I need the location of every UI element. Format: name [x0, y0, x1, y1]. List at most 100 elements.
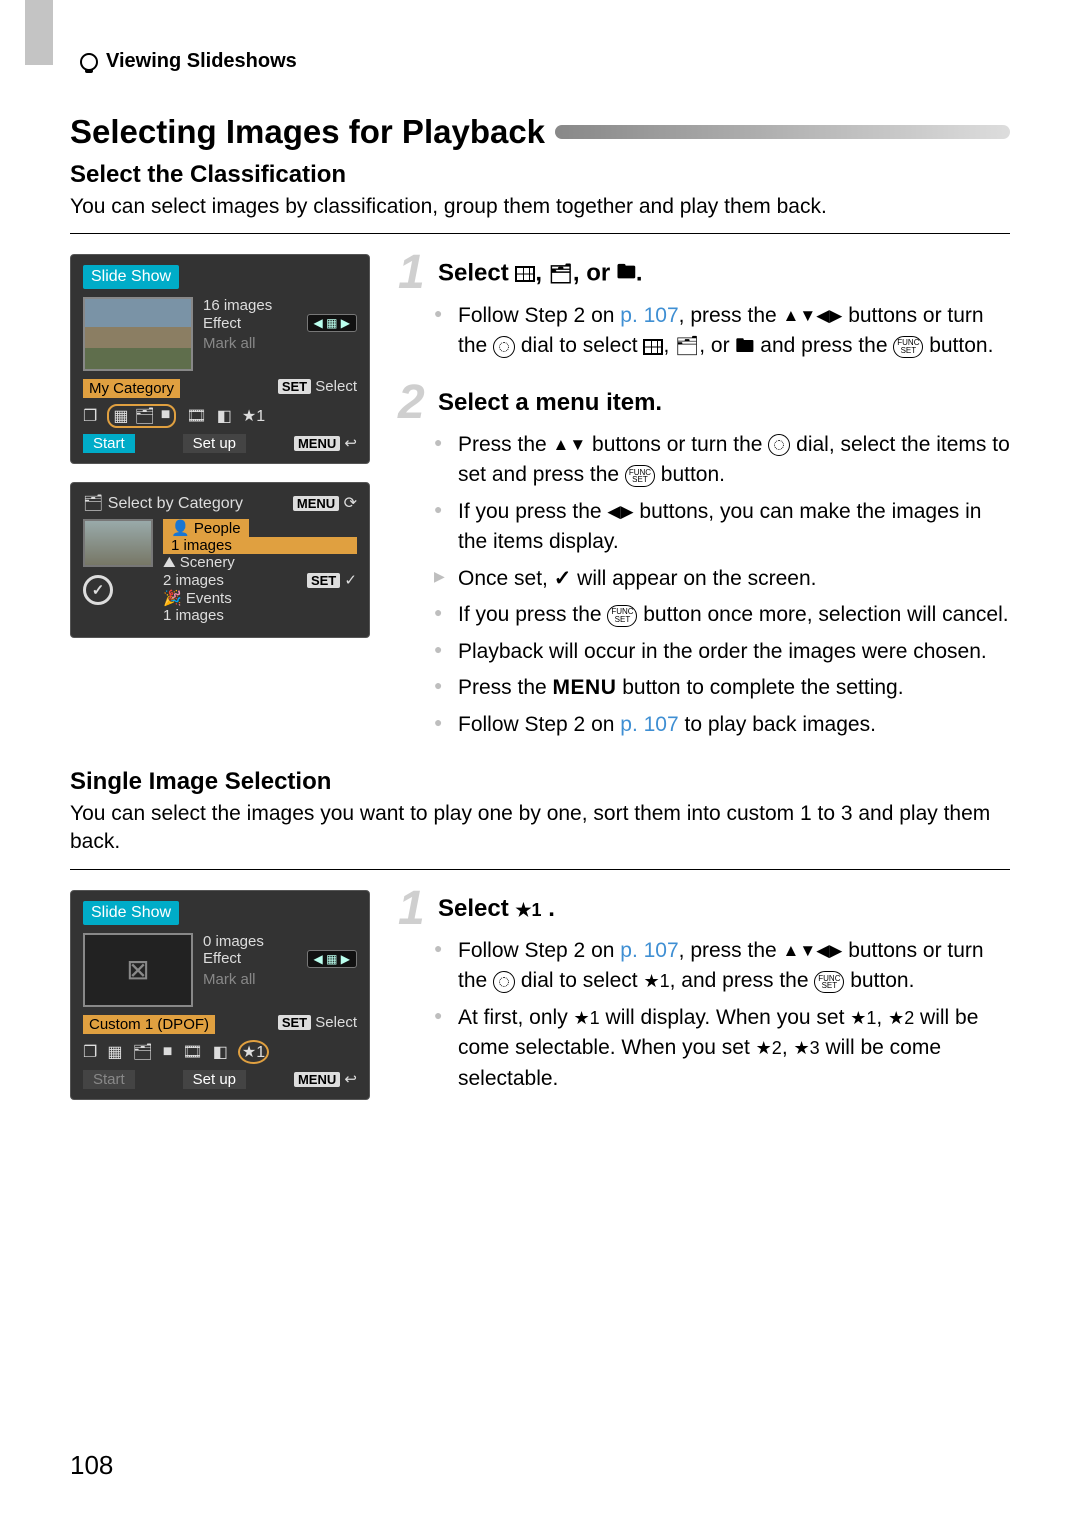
cam-effect-label: Effect: [203, 950, 241, 967]
star1-icon: ★1: [850, 1008, 876, 1028]
ring-highlight: ▦ 🗂 ■: [107, 404, 176, 428]
menu-badge: MENU: [294, 436, 340, 451]
cam-icon-row: ❐ ▦ 🗂 ■ 🎞 ◧ ★1: [83, 1040, 357, 1064]
star1-icon: ★1: [515, 900, 541, 920]
control-dial-icon: [493, 336, 515, 358]
cam-effect-chip: ◀ ▦ ▶: [307, 950, 357, 968]
menu-badge: MENU: [293, 496, 339, 511]
cat-events-count: 1 images: [163, 607, 357, 624]
step-1: 1 Select , 🗂, or 🖿. Follow Step 2 on p. …: [398, 254, 1010, 361]
category-album-icon: 🗂: [83, 495, 108, 512]
subhead-classification: Select the Classification: [70, 161, 1010, 189]
cam-effect-label: Effect: [203, 315, 241, 332]
cam-markall: Mark all: [203, 971, 357, 988]
stack-icon: ❐: [83, 406, 97, 426]
page-title: Selecting Images for Playback: [70, 113, 545, 151]
step2-bullet: If you press the ◀▶ buttons, you can mak…: [434, 497, 1010, 558]
date-grid-icon: ▦: [107, 1042, 122, 1062]
back-icon: ↩: [344, 1071, 357, 1088]
folder-icon: ■: [161, 406, 171, 426]
cam-setup-tab: Set up: [183, 434, 246, 453]
movie-icon: 🎞: [186, 406, 206, 426]
single-step1-bullet: At first, only ★1 will display. When you…: [434, 1003, 1010, 1094]
category-album-icon: 🗂: [134, 406, 154, 426]
left-right-icon: ◀▶: [607, 500, 633, 525]
cam2-title: Select by Category: [108, 495, 243, 512]
cat-scenery-count: 2 images: [163, 572, 224, 589]
folder-icon: 🖿: [735, 333, 754, 361]
step-number: 2: [398, 384, 434, 422]
cam-thumbnail: [83, 297, 193, 371]
up-down-icon: ▲▼: [553, 433, 587, 458]
check-icon: ✓: [344, 572, 357, 589]
control-dial-icon: [493, 971, 515, 993]
date-grid-icon: [643, 339, 663, 355]
camera-screen-category: 🗂 Select by Category MENU ⟳ ✓ 👤 People: [70, 482, 370, 638]
func-set-button-icon: FUNCSET: [625, 465, 655, 487]
cam-thumbnail-empty: ⊠: [83, 933, 193, 1007]
step2-bullet: Press the ▲▼ buttons or turn the dial, s…: [434, 430, 1010, 491]
step-title: Select a menu item.: [438, 389, 662, 417]
category-album-icon: 🗂: [675, 333, 699, 361]
cat-people: People: [194, 520, 241, 537]
page-title-row: Selecting Images for Playback: [70, 113, 1010, 151]
body-classification: You can select images by classification,…: [70, 193, 1010, 221]
divider: [70, 233, 1010, 234]
cam-icon-row: ❐ ▦ 🗂 ■ 🎞 ◧ ★1: [83, 404, 357, 428]
cam-title: Slide Show: [83, 265, 179, 289]
step-1-single: 1 Select ★1 . Follow Step 2 on p. 107, p…: [398, 890, 1010, 1095]
step-title: Select , 🗂, or 🖿.: [438, 258, 643, 290]
step1-bullet: Follow Step 2 on p. 107, press the ▲▼◀▶ …: [434, 301, 1010, 362]
title-decoration: [555, 125, 1010, 139]
cam-image-count: 16 images: [203, 297, 357, 314]
page-number: 108: [70, 1450, 113, 1481]
step2-bullet: If you press the FUNCSET button once mor…: [434, 600, 1010, 630]
step-2: 2 Select a menu item. Press the ▲▼ butto…: [398, 384, 1010, 740]
check-circle-icon: ✓: [83, 575, 113, 605]
folder-icon: 🖿: [617, 258, 636, 290]
cat-events: Events: [186, 590, 232, 607]
section-single: Slide Show ⊠ 0 images Effect ◀ ▦ ▶ Mark …: [70, 890, 1010, 1118]
star2-icon: ★2: [888, 1008, 914, 1028]
divider: [70, 869, 1010, 870]
func-set-button-icon: FUNCSET: [814, 971, 844, 993]
star2-icon: ★2: [756, 1038, 782, 1058]
date-grid-icon: [515, 266, 535, 282]
star1-icon: ★1: [574, 1008, 600, 1028]
star1-ring-icon: ★1: [238, 1040, 269, 1064]
cam-setup-tab: Set up: [183, 1070, 246, 1089]
cam-custom-highlight: Custom 1 (DPOF): [83, 1015, 215, 1034]
cam-start-tab-disabled: Start: [83, 1070, 135, 1089]
folder-icon: ■: [163, 1043, 173, 1061]
cam-select-text: Select: [315, 1014, 357, 1031]
step-number: 1: [398, 890, 434, 928]
checkmark-icon: ✓: [554, 564, 572, 594]
slideshow-small-icon: ⟳: [344, 495, 357, 512]
steps-column: 1 Select , 🗂, or 🖿. Follow Step 2 on p. …: [398, 254, 1010, 762]
func-set-button-icon: FUNCSET: [607, 605, 637, 627]
slideshow-icon: [80, 53, 98, 71]
breadcrumb: Viewing Slideshows: [70, 50, 1010, 73]
screenshots-column: Slide Show ⊠ 0 images Effect ◀ ▦ ▶ Mark …: [70, 890, 370, 1118]
page-link[interactable]: p. 107: [620, 304, 678, 327]
step2-bullet: Press the MENU button to complete the se…: [434, 673, 1010, 703]
page-link[interactable]: p. 107: [620, 713, 678, 736]
step-title: Select ★1 .: [438, 895, 555, 923]
step2-bullet: Playback will occur in the order the ima…: [434, 637, 1010, 667]
cat-thumb: [83, 519, 153, 567]
cat-scenery: Scenery: [180, 554, 235, 571]
single-step1-bullet: Follow Step 2 on p. 107, press the ▲▼◀▶ …: [434, 936, 1010, 997]
date-grid-icon: ▦: [113, 406, 128, 426]
back-icon: ↩: [344, 435, 357, 452]
category-album-icon: 🗂: [132, 1042, 152, 1062]
section-classification: Slide Show 16 images Effect ◀ ▦ ▶ Mark a…: [70, 254, 1010, 762]
step-number: 1: [398, 254, 434, 292]
step2-bullet: Follow Step 2 on p. 107 to play back ima…: [434, 710, 1010, 740]
up-down-left-right-icon: ▲▼◀▶: [783, 304, 843, 329]
page-link[interactable]: p. 107: [620, 939, 678, 962]
manual-page: Viewing Slideshows Selecting Images for …: [0, 0, 1080, 1521]
step2-result-bullet: Once set, ✓ will appear on the screen.: [434, 564, 1010, 594]
camera-screen-slideshow: Slide Show 16 images Effect ◀ ▦ ▶ Mark a…: [70, 254, 370, 464]
still-icon: ◧: [217, 406, 232, 426]
breadcrumb-text: Viewing Slideshows: [106, 50, 297, 73]
